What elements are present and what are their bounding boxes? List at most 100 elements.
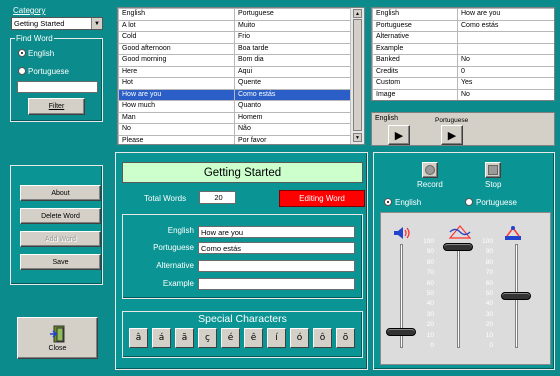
word-portuguese-cell[interactable]: Como estás [234,88,351,101]
word-row[interactable]: Good morning Bom dia [118,54,351,67]
word-portuguese-cell[interactable]: Aqui [234,65,351,78]
field-label-example: Example [162,279,194,288]
scale-tick-label: 0 [430,342,434,349]
special-char-button[interactable]: õ [336,328,355,348]
play-icon: ▶ [394,129,404,142]
special-char-button[interactable]: â [129,328,148,348]
find-portuguese-radio[interactable] [18,67,26,75]
filter-button[interactable]: Filter [28,98,85,115]
scale-tick-label: 60 [485,279,493,287]
word-row[interactable]: Cold Frio [118,31,351,44]
special-char-button[interactable]: ó [290,328,309,348]
word-english-cell[interactable]: A lot [118,19,235,32]
word-english-cell[interactable]: Cold [118,31,235,44]
editing-status-badge: Editing Word [279,190,365,207]
scale-tick-label: 40 [485,300,493,308]
volume-slider[interactable] [386,328,416,337]
word-row[interactable]: Man Homem [118,111,351,124]
word-portuguese-cell[interactable]: Por favor [234,134,351,144]
special-char-button[interactable]: ê [244,328,263,348]
word-portuguese-cell[interactable]: Boa tarde [234,42,351,55]
detail-key: Alternative [372,31,458,44]
word-row[interactable]: Hot Quente [118,77,351,90]
scale-tick-label: 10 [485,331,493,339]
word-english-cell[interactable]: Man [118,111,235,124]
word-row[interactable]: A lot Muito [118,19,351,32]
scale-tick-label: 10 [426,331,434,339]
special-char-button[interactable]: ç [198,328,217,348]
scale-tick-label: 50 [426,290,434,297]
pitch-slider[interactable] [443,243,473,252]
about-button[interactable]: About [20,185,101,201]
scale-tick-label: 90 [426,248,434,256]
word-portuguese-cell[interactable]: Não [234,123,351,136]
special-char-button[interactable]: ã [175,328,194,348]
word-list-scrollbar[interactable]: ▲ ▼ [350,8,364,144]
scale-tick-label: 70 [485,269,493,277]
special-char-button[interactable]: í [267,328,286,348]
record-portuguese-radio[interactable] [465,198,473,206]
alternative-field[interactable] [198,260,355,272]
word-row[interactable]: Good afternoon Boa tarde [118,42,351,55]
word-portuguese-cell[interactable]: Quente [234,77,351,90]
detail-row: Example [372,42,554,55]
detail-key: Image [372,88,458,100]
play-english-button[interactable]: ▶ [388,125,410,145]
column-header-portuguese[interactable]: Portuguese [234,8,351,21]
close-button[interactable]: Close [17,317,98,359]
record-english-radio[interactable] [384,198,392,206]
scroll-down-icon[interactable]: ▼ [353,133,362,142]
scroll-up-icon[interactable]: ▲ [353,9,362,18]
stop-icon [488,165,498,175]
example-field[interactable] [198,278,355,290]
chevron-down-icon[interactable]: ▼ [91,18,102,29]
details-grid: English How are you Portuguese Como estás Al… [371,7,555,101]
word-english-cell[interactable]: No [118,123,235,136]
word-portuguese-cell[interactable]: Homem [234,111,351,124]
scale-tick-label: 20 [485,321,493,329]
word-row[interactable]: How much Quanto [118,100,351,113]
portuguese-field[interactable]: Como estás [198,242,355,254]
word-english-cell[interactable]: Please [118,134,235,144]
word-portuguese-cell[interactable]: Quanto [234,100,351,113]
record-button[interactable] [422,162,438,178]
find-word-input[interactable] [17,81,98,93]
play-portuguese-button[interactable]: ▶ [441,125,463,145]
special-char-button[interactable]: é [221,328,240,348]
word-english-cell[interactable]: How are you [118,88,235,101]
filter-label: Filter [48,103,65,110]
scroll-thumb[interactable] [353,19,362,131]
scale-tick-label: 30 [485,310,493,318]
scale-left: 100 90 80 70 60 50 40 30 20 10 0 [420,238,436,350]
scale-tick-label: 70 [426,269,434,277]
word-portuguese-cell[interactable]: Muito [234,19,351,32]
word-row[interactable]: Please Por favor [118,134,351,144]
word-list-grid[interactable]: English Portuguese A lot Muito Cold Frio Goo… [117,7,365,145]
word-row[interactable]: How are you Como estás [118,88,351,101]
save-button[interactable]: Save [20,254,101,270]
word-english-cell[interactable]: How much [118,100,235,113]
category-select[interactable]: Getting Started ▼ [11,17,103,30]
word-portuguese-cell[interactable]: Frio [234,31,351,44]
find-english-radio[interactable] [18,49,26,57]
add-word-button[interactable]: Add Word [20,231,101,247]
word-english-cell[interactable]: Good morning [118,54,235,67]
word-english-cell[interactable]: Good afternoon [118,42,235,55]
word-portuguese-cell[interactable]: Bom dia [234,54,351,67]
scale-tick-label: 90 [485,248,493,256]
speed-slider[interactable] [501,292,531,300]
column-header-english[interactable]: English [118,8,235,21]
field-label-english: English [167,226,194,235]
scale-tick-label: 60 [426,279,434,287]
scale-tick-label: 20 [426,321,434,329]
word-english-cell[interactable]: Here [118,65,235,78]
word-row[interactable]: No Não [118,123,351,136]
word-english-cell[interactable]: Hot [118,77,235,90]
special-char-button[interactable]: ô [313,328,332,348]
delete-word-button[interactable]: Delete Word [20,208,101,224]
special-char-button[interactable]: á [152,328,171,348]
stop-button[interactable] [485,162,501,178]
english-field[interactable]: How are you [198,226,355,238]
total-words-label: Total Words [144,194,187,203]
word-row[interactable]: Here Aqui [118,65,351,78]
